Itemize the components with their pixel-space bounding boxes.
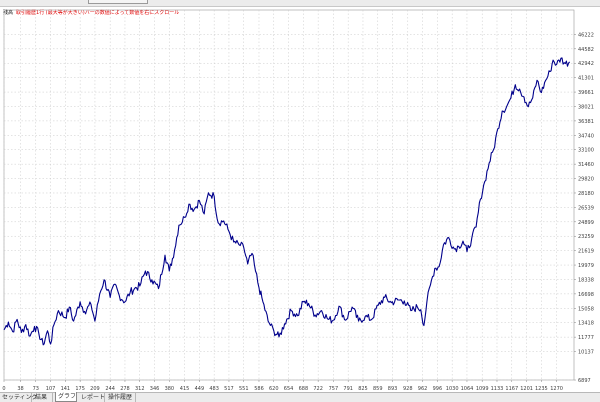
y-tick-label: 38021 — [578, 104, 594, 110]
y-tick-label: 28180 — [578, 191, 594, 197]
y-tick-label: 13418 — [578, 321, 594, 327]
tester-tab-bar: セッティング 結果 グラフ レポート 操作履歴 — [0, 392, 600, 402]
y-tick-label: 31460 — [578, 162, 594, 168]
y-tick-label: 29820 — [578, 177, 594, 183]
y-tick-label: 6897 — [578, 378, 591, 384]
y-tick-label: 42942 — [578, 61, 594, 67]
tab-results[interactable]: 結果 — [33, 393, 53, 402]
tab-settings[interactable]: セッティング — [0, 393, 38, 402]
tab-journal[interactable]: 操作履歴 — [106, 393, 136, 402]
y-tick-label: 15058 — [578, 306, 594, 312]
tab-graph[interactable]: グラフ — [55, 392, 77, 402]
y-tick-label: 11777 — [578, 335, 594, 341]
balance-chart: 0 38 73 107 141 175 209 244 278 312 346 380 415 449 48… — [2, 9, 594, 392]
y-tick-label: 10137 — [578, 350, 594, 356]
plot-frame — [3, 9, 575, 381]
y-tick-label: 24899 — [578, 220, 594, 226]
y-tick-label: 21619 — [578, 249, 594, 255]
y-tick-label: 26539 — [578, 205, 594, 211]
y-tick-label: 44582 — [578, 47, 594, 53]
y-tick-label: 46222 — [578, 32, 594, 38]
y-tick-label: 39661 — [578, 90, 594, 96]
y-tick-label: 16698 — [578, 292, 594, 298]
y-tick-label: 34740 — [578, 133, 594, 139]
y-tick-label: 23259 — [578, 234, 594, 240]
y-tick-label: 19979 — [578, 263, 594, 269]
balance-series-line — [3, 57, 571, 346]
y-tick-label: 41301 — [578, 76, 594, 82]
y-tick-label: 33100 — [578, 148, 594, 154]
y-tick-label: 18338 — [578, 277, 594, 283]
tab-report[interactable]: レポート — [79, 393, 105, 402]
y-tick-label: 36381 — [578, 119, 594, 125]
